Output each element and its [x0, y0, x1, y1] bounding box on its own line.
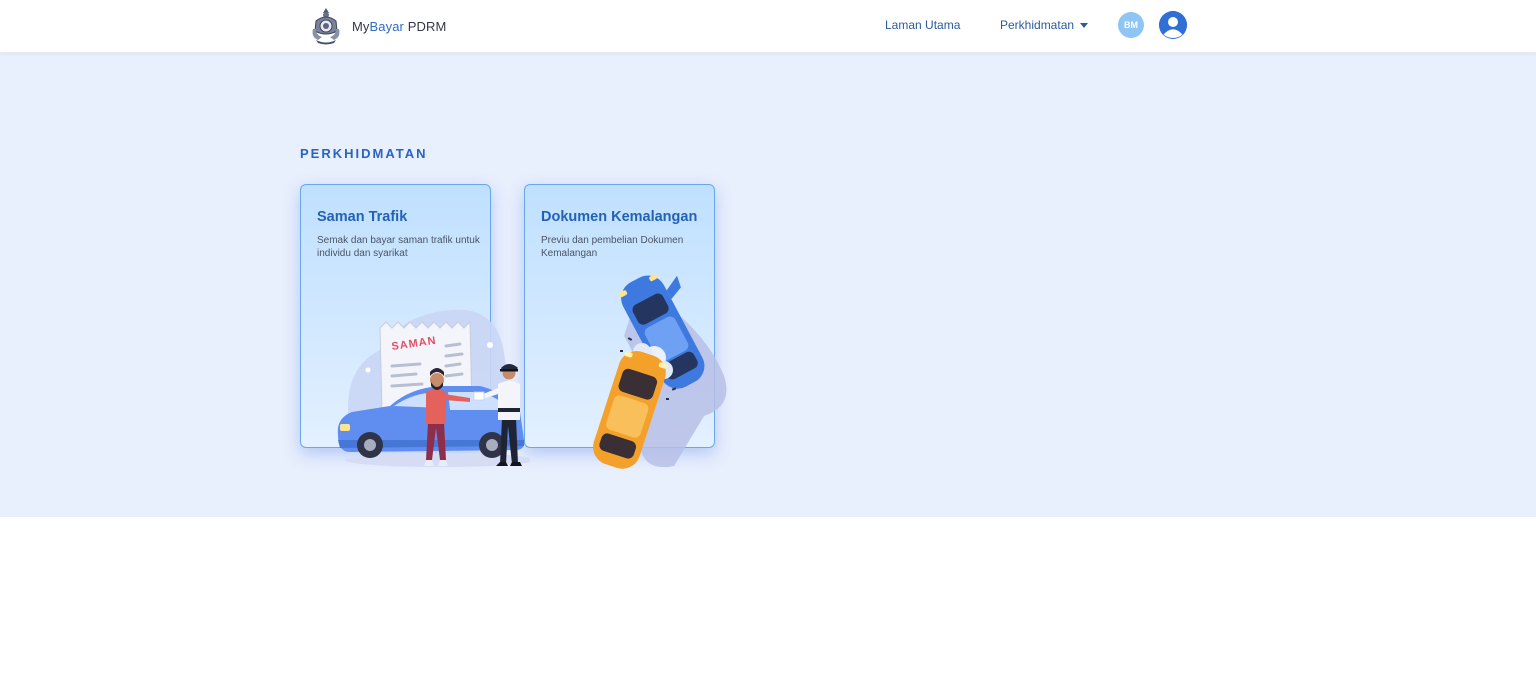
- pdrm-crest-icon: [312, 8, 340, 45]
- section-title: PERKHIDMATAN: [300, 146, 428, 161]
- card-title: Dokumen Kemalangan: [541, 209, 698, 225]
- top-navbar: MyBayar PDRM Laman Utama Perkhidmatan BM: [0, 0, 1536, 53]
- brand-name: MyBayar PDRM: [352, 19, 446, 34]
- brand-home-link[interactable]: MyBayar PDRM: [310, 6, 446, 46]
- nav-services-label: Perkhidmatan: [1000, 18, 1075, 32]
- card-description: Previu dan pembelian Dokumen Kemalangan: [541, 235, 684, 259]
- profile-avatar-button[interactable]: [1159, 11, 1187, 39]
- service-card-dokumen-kemalangan[interactable]: Dokumen Kemalangan Previu dan pembelian …: [524, 184, 715, 448]
- card-title: Saman Trafik: [317, 209, 408, 225]
- brand-prefix: My: [352, 18, 370, 34]
- nav-home-link[interactable]: Laman Utama: [885, 18, 960, 32]
- brand-suffix: PDRM: [404, 18, 447, 34]
- service-card-saman-trafik[interactable]: Saman Trafik Semak dan bayar saman trafi…: [300, 184, 491, 448]
- card-description: Semak dan bayar saman trafik untuk indiv…: [317, 235, 480, 259]
- brand-accent: Bayar: [369, 18, 404, 34]
- language-toggle-button[interactable]: BM: [1118, 12, 1144, 38]
- services-section: PERKHIDMATAN Saman Trafik Semak dan baya…: [0, 53, 1536, 517]
- user-circle-icon: [1159, 11, 1187, 39]
- chevron-down-icon: [1080, 22, 1089, 28]
- nav-services-dropdown[interactable]: Perkhidmatan: [1000, 18, 1089, 32]
